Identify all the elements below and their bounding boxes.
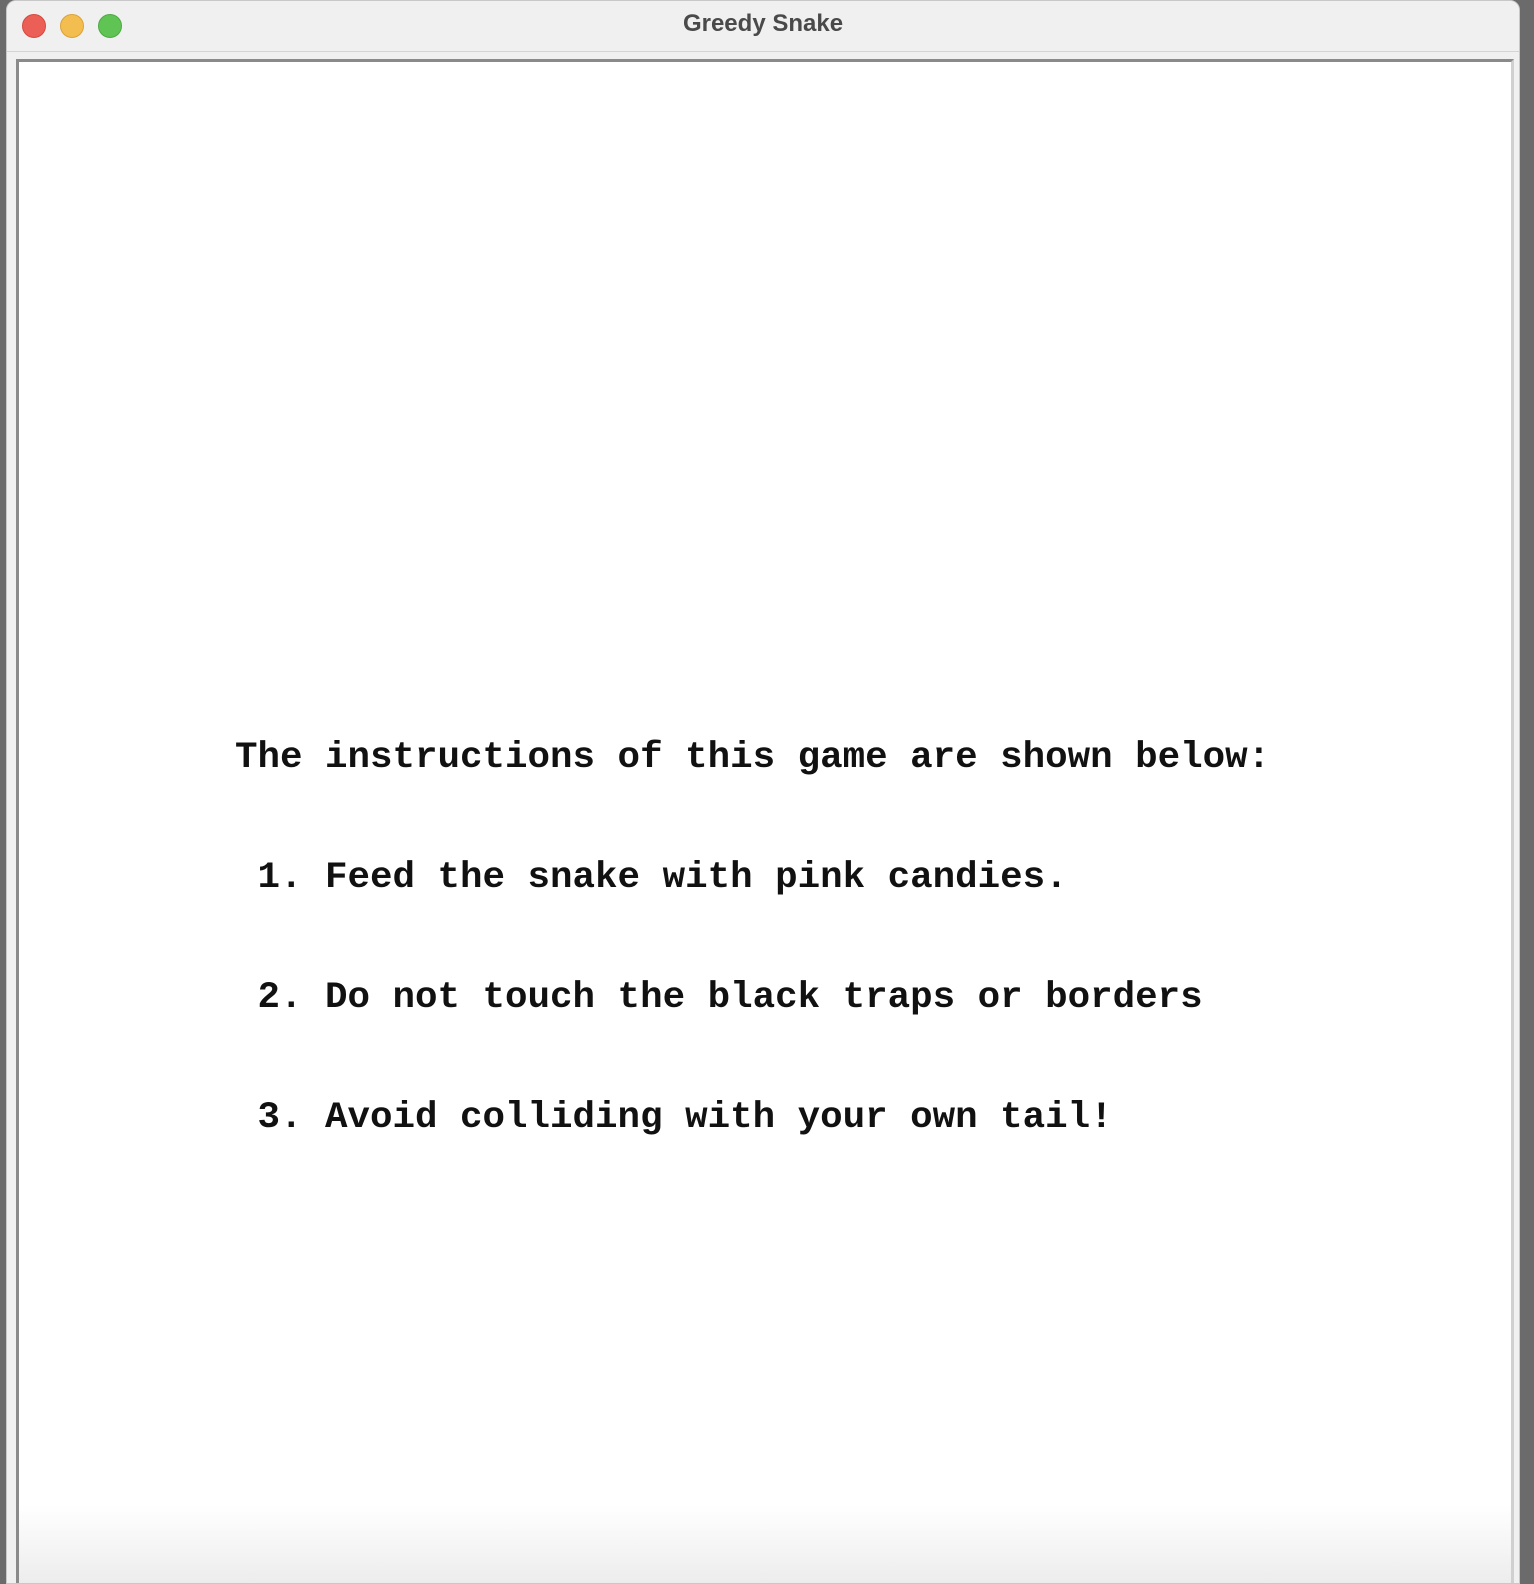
title-bar[interactable]: Greedy Snake xyxy=(7,1,1519,52)
rule-item: 2. Do not touch the black traps or borde… xyxy=(235,977,1203,1019)
instructions-heading: The instructions of this game are shown … xyxy=(235,737,1271,779)
instructions-panel: The instructions of this game are shown … xyxy=(235,658,1270,1218)
game-canvas[interactable]: The instructions of this game are shown … xyxy=(16,59,1514,1583)
rule-item: 3. Avoid colliding with your own tail! xyxy=(235,1097,1113,1139)
app-window: Greedy Snake The instructions of this ga… xyxy=(6,0,1520,1584)
rule-item: 1. Feed the snake with pink candies. xyxy=(235,857,1068,899)
canvas-bottom-shade xyxy=(19,1505,1511,1583)
window-title: Greedy Snake xyxy=(682,10,844,37)
